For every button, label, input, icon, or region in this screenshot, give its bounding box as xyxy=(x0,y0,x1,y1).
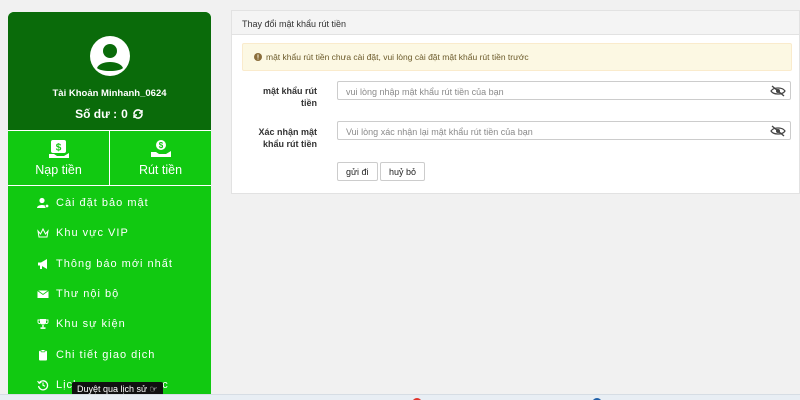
confirm-password-field xyxy=(337,121,791,141)
password-field xyxy=(337,81,791,101)
history-icon xyxy=(37,380,49,391)
sidebar-item-label: Thư nội bộ xyxy=(56,288,120,301)
sidebar-item-security-settings[interactable]: Cài đặt bảo mật xyxy=(8,188,211,218)
quick-actions: $ Nạp tiền $ Rút tiền xyxy=(8,130,211,186)
user-settings-icon xyxy=(37,198,49,209)
megaphone-icon xyxy=(38,258,47,269)
deposit-icon: $ xyxy=(48,140,69,158)
clipboard-icon xyxy=(39,348,47,361)
balance-value: 0 xyxy=(121,107,128,121)
password-label-line2: tiền xyxy=(300,98,317,108)
account-name: Tài Khoản Minhanh_0624 xyxy=(52,88,167,99)
profile-panel: Tài Khoản Minhanh_0624 Số dư : 0 xyxy=(8,12,211,130)
info-icon xyxy=(254,53,262,61)
crown-icon xyxy=(37,228,49,238)
trophy-icon xyxy=(37,319,49,330)
eye-slash-icon[interactable] xyxy=(770,125,786,137)
balance: Số dư : 0 xyxy=(75,107,144,121)
tooltip-text: Duyệt qua lịch sử xyxy=(77,384,148,394)
submit-button[interactable]: gửi đi xyxy=(337,162,378,181)
sidebar-item-label: Khu vực VIP xyxy=(56,227,129,240)
withdraw-label: Rút tiền xyxy=(138,163,183,177)
deposit-button[interactable]: $ Nạp tiền xyxy=(8,131,109,185)
panel-title: Thay đổi mật khẩu rút tiền xyxy=(232,11,799,35)
svg-text:$: $ xyxy=(158,141,163,150)
taskbar-strip xyxy=(0,394,800,400)
deposit-label: Nạp tiền xyxy=(35,163,82,177)
confirm-password-label: Xác nhận mật khẩu rút tiền xyxy=(252,126,317,150)
sidebar-item-label-suffix: c xyxy=(162,378,169,391)
withdraw-button[interactable]: $ Rút tiền xyxy=(109,131,211,185)
balance-label: Số dư : xyxy=(75,107,118,121)
sidebar-item-inbox[interactable]: Thư nội bộ xyxy=(8,279,211,309)
sidebar-item-vip[interactable]: Khu vực VIP xyxy=(8,218,211,248)
sidebar-item-label: Cài đặt bảo mật xyxy=(56,197,149,210)
hand-pointer-icon: ☞ xyxy=(149,384,158,394)
sidebar-menu: Cài đặt bảo mật Khu vực VIP Thông báo mớ… xyxy=(8,186,211,400)
cancel-button[interactable]: huỷ bỏ xyxy=(380,162,426,181)
confirm-password-label-line2: khẩu rút tiền xyxy=(262,139,317,149)
avatar-icon xyxy=(89,36,130,76)
password-label-line1: mật khẩu rút xyxy=(262,86,317,96)
confirm-password-label-line1: Xác nhận mật xyxy=(258,127,317,137)
sidebar-item-events[interactable]: Khu sự kiện xyxy=(8,309,211,339)
envelope-icon xyxy=(37,290,49,299)
svg-text:$: $ xyxy=(55,143,61,154)
sidebar-item-label: Thông báo mới nhất xyxy=(56,257,173,270)
warning-alert: mật khẩu rút tiền chưa cài đặt, vui lòng… xyxy=(242,43,792,71)
alert-text: mật khẩu rút tiền chưa cài đặt, vui lòng… xyxy=(266,52,529,62)
confirm-password-input[interactable] xyxy=(338,123,790,141)
sidebar: Tài Khoản Minhanh_0624 Số dư : 0 $ Nạp t… xyxy=(8,12,211,400)
sidebar-item-announcements[interactable]: Thông báo mới nhất xyxy=(8,249,211,279)
refresh-icon[interactable] xyxy=(132,108,144,120)
withdraw-icon: $ xyxy=(150,140,171,157)
password-input[interactable] xyxy=(338,83,790,101)
eye-slash-icon[interactable] xyxy=(770,85,786,97)
password-label: mật khẩu rút tiền xyxy=(252,85,317,109)
change-withdrawal-password-panel: Thay đổi mật khẩu rút tiền mật khẩu rút … xyxy=(231,10,800,194)
sidebar-item-label: Khu sự kiện xyxy=(56,318,126,331)
sidebar-item-label: Chi tiết giao dịch xyxy=(56,348,156,361)
sidebar-item-transactions[interactable]: Chi tiết giao dịch xyxy=(8,339,211,369)
